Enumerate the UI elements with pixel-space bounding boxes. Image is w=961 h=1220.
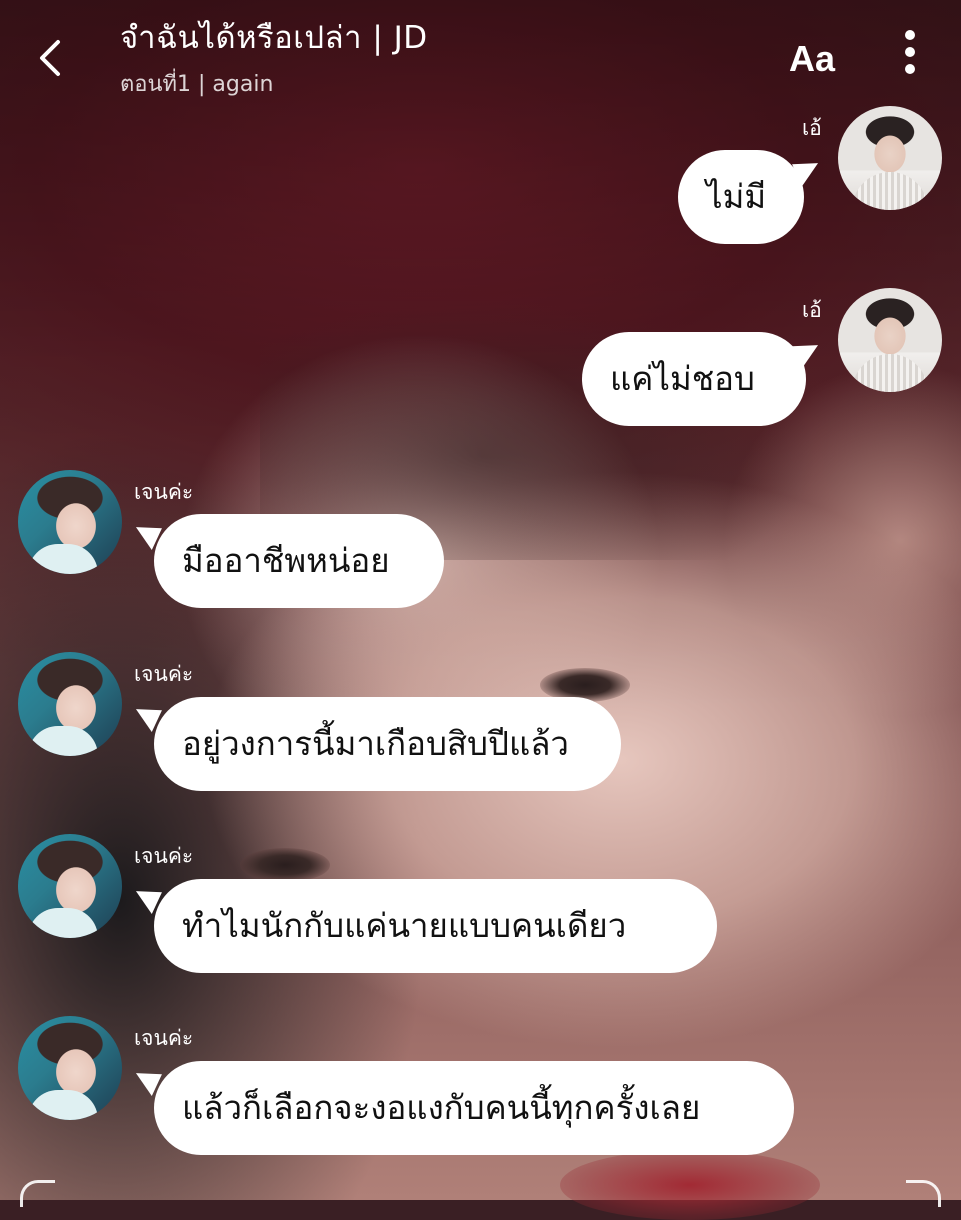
story-title: จำฉันได้หรือเปล่า | JD — [120, 20, 428, 56]
avatar[interactable] — [18, 470, 122, 574]
bottom-left-corner — [20, 1180, 55, 1207]
font-size-button[interactable]: Aa — [789, 38, 835, 80]
avatar[interactable] — [18, 1016, 122, 1120]
message-bubble[interactable]: มืออาชีพหน่อย — [154, 514, 444, 608]
sender-name: เจนค่ะ — [134, 844, 194, 868]
chat-background-image — [0, 0, 961, 1220]
chat-header: จำฉันได้หรือเปล่า | JD ตอนที่1 | again A… — [0, 0, 961, 110]
message-bubble[interactable]: ไม่มี — [678, 150, 804, 244]
sender-name: เอ้ — [802, 298, 822, 322]
background-lips — [560, 1150, 820, 1220]
sender-name: เจนค่ะ — [134, 662, 194, 686]
message-bubble[interactable]: ทำไมนักกับแค่นายแบบคนเดียว — [154, 879, 717, 973]
chapter-subtitle: ตอนที่1 | again — [120, 72, 274, 97]
avatar[interactable] — [838, 106, 942, 210]
sender-name: เจนค่ะ — [134, 1026, 194, 1050]
message-bubble[interactable]: แค่ไม่ชอบ — [582, 332, 806, 426]
avatar[interactable] — [18, 834, 122, 938]
background-eye — [240, 848, 330, 882]
sender-name: เอ้ — [802, 116, 822, 140]
message-bubble[interactable]: อยู่วงการนี้มาเกือบสิบปีแล้ว — [154, 697, 621, 791]
more-vertical-icon[interactable] — [898, 30, 922, 82]
avatar[interactable] — [18, 652, 122, 756]
avatar[interactable] — [838, 288, 942, 392]
sender-name: เจนค่ะ — [134, 480, 194, 504]
message-bubble[interactable]: แล้วก็เลือกจะงอแงกับคนนี้ทุกครั้งเลย — [154, 1061, 794, 1155]
chevron-left-icon[interactable] — [36, 38, 66, 78]
